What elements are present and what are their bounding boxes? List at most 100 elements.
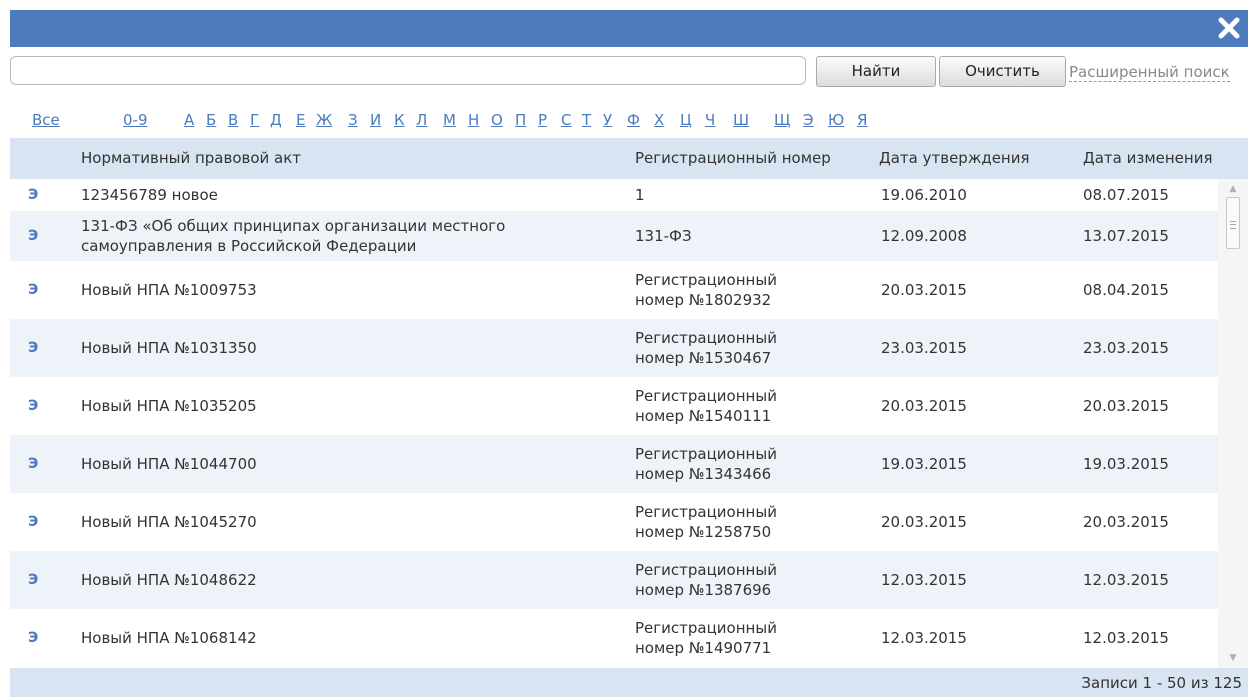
act-name[interactable]: Новый НПА №1035205 (81, 396, 257, 416)
act-name[interactable]: Новый НПА №1045270 (81, 512, 257, 532)
alpha-filter-letter[interactable]: Т (582, 112, 591, 129)
table-row[interactable]: Э Новый НПА №1009753 Регистрационный ном… (10, 261, 1218, 319)
alpha-filter-digits[interactable]: 0-9 (123, 112, 148, 129)
alpha-filter-letter[interactable]: И (370, 112, 381, 129)
table-row[interactable]: Э Новый НПА №1048622 Регистрационный ном… (10, 551, 1218, 609)
changed-date: 08.07.2015 (1083, 186, 1169, 204)
approved-date: 23.03.2015 (881, 339, 967, 357)
alpha-filter-letter[interactable]: Х (654, 112, 664, 129)
clear-button[interactable]: Очистить (939, 56, 1066, 87)
search-bar: Найти Очистить Расширенный поиск (10, 47, 1248, 99)
alpha-filter-letter[interactable]: Н (468, 112, 479, 129)
act-name[interactable]: Новый НПА №1048622 (81, 570, 257, 590)
document-type-icon[interactable]: Э (28, 628, 38, 648)
column-header-reg-number[interactable]: Регистрационный номер (635, 149, 876, 167)
reg-number: Регистрационный номер №1530467 (635, 329, 777, 367)
alpha-filter-letter[interactable]: Я (857, 112, 867, 129)
reg-number: Регистрационный номер №1258750 (635, 503, 777, 541)
act-name[interactable]: Новый НПА №1068142 (81, 628, 257, 648)
alpha-filter-letter[interactable]: Ч (705, 112, 715, 129)
act-name[interactable]: Новый НПА №1044700 (81, 454, 257, 474)
approved-date: 20.03.2015 (881, 397, 967, 415)
reg-number: Регистрационный номер №1343466 (635, 445, 777, 483)
changed-date: 20.03.2015 (1083, 397, 1169, 415)
alpha-filter-letter[interactable]: Е (296, 112, 305, 129)
alpha-filter-letter[interactable]: Ц (680, 112, 692, 129)
alpha-filter-letter[interactable]: Г (250, 112, 259, 129)
search-input[interactable] (10, 56, 806, 85)
dialog-titlebar (10, 10, 1248, 47)
changed-date: 12.03.2015 (1083, 629, 1169, 647)
document-type-icon[interactable]: Э (28, 185, 38, 205)
table-footer: Записи 1 - 50 из 125 (10, 668, 1248, 697)
alpha-filter-letter[interactable]: Д (270, 112, 282, 129)
act-name[interactable]: Новый НПА №1031350 (81, 338, 257, 358)
document-type-icon[interactable]: Э (28, 512, 38, 532)
alpha-filter-letter[interactable]: О (491, 112, 503, 129)
scroll-up-arrow-icon[interactable]: ▲ (1227, 182, 1239, 196)
table-header: Нормативный правовой акт Регистрационный… (10, 138, 1248, 179)
document-type-icon[interactable]: Э (28, 226, 38, 246)
alpha-filter-letter[interactable]: В (228, 112, 238, 129)
approved-date: 19.03.2015 (881, 455, 967, 473)
column-header-changed[interactable]: Дата изменения (1083, 149, 1213, 167)
table-body: Э 123456789 новое 1 19.06.2010 08.07.201… (10, 179, 1218, 668)
alpha-filter-letter[interactable]: П (515, 112, 526, 129)
alpha-filter-letter[interactable]: М (443, 112, 456, 129)
table-row[interactable]: Э 123456789 новое 1 19.06.2010 08.07.201… (10, 179, 1218, 211)
alpha-filter-letter[interactable]: Ю (828, 112, 844, 129)
alpha-filter-letter[interactable]: Р (538, 112, 547, 129)
act-name[interactable]: 123456789 новое (81, 185, 218, 205)
changed-date: 12.03.2015 (1083, 571, 1169, 589)
alpha-filter-letter[interactable]: Ф (627, 112, 640, 129)
alpha-filter-letter[interactable]: У (603, 112, 612, 129)
reg-number: 131-ФЗ (635, 227, 692, 245)
advanced-search-link[interactable]: Расширенный поиск (1069, 63, 1230, 82)
find-button[interactable]: Найти (816, 56, 936, 87)
approved-date: 19.06.2010 (881, 186, 967, 204)
reg-number: Регистрационный номер №1802932 (635, 271, 777, 309)
changed-date: 20.03.2015 (1083, 513, 1169, 531)
alpha-filter-letter[interactable]: Ш (733, 112, 749, 129)
alpha-filter-letter[interactable]: Б (206, 112, 216, 129)
document-type-icon[interactable]: Э (28, 396, 38, 416)
table-row[interactable]: Э Новый НПА №1045270 Регистрационный ном… (10, 493, 1218, 551)
scrollbar-thumb[interactable] (1226, 197, 1240, 249)
table-scrollbar[interactable]: ▲ ▼ (1218, 179, 1248, 668)
act-name[interactable]: 131-ФЗ «Об общих принципах организации м… (81, 216, 601, 256)
alpha-filter-letter[interactable]: Л (416, 112, 427, 129)
document-picker-dialog: Найти Очистить Расширенный поиск Все 0-9… (0, 0, 1248, 697)
alpha-filter-letter[interactable]: А (184, 112, 194, 129)
alpha-filter-letter[interactable]: С (561, 112, 571, 129)
alpha-filter-letter[interactable]: К (394, 112, 405, 129)
alphabet-filter: Все 0-9 А Б В Г Д Е Ж З И К Л М Н О П Р … (10, 99, 1248, 138)
scroll-down-arrow-icon[interactable]: ▼ (1227, 651, 1239, 665)
column-header-approved[interactable]: Дата утверждения (879, 149, 1030, 167)
reg-number: Регистрационный номер №1490771 (635, 619, 777, 657)
alpha-filter-letter[interactable]: З (348, 112, 358, 129)
act-name[interactable]: Новый НПА №1009753 (81, 280, 257, 300)
approved-date: 20.03.2015 (881, 281, 967, 299)
grip-icon (1230, 221, 1236, 229)
table-row[interactable]: Э Новый НПА №1035205 Регистрационный ном… (10, 377, 1218, 435)
document-type-icon[interactable]: Э (28, 338, 38, 358)
changed-date: 08.04.2015 (1083, 281, 1169, 299)
alpha-filter-letter[interactable]: Ж (316, 112, 332, 129)
table-row[interactable]: Э 131-ФЗ «Об общих принципах организации… (10, 211, 1218, 261)
changed-date: 23.03.2015 (1083, 339, 1169, 357)
table-row[interactable]: Э Новый НПА №1068142 Регистрационный ном… (10, 609, 1218, 667)
document-type-icon[interactable]: Э (28, 570, 38, 590)
reg-number: 1 (635, 186, 645, 204)
document-type-icon[interactable]: Э (28, 280, 38, 300)
close-icon[interactable] (1216, 15, 1242, 41)
column-header-act[interactable]: Нормативный правовой акт (81, 149, 301, 167)
table-row[interactable]: Э Новый НПА №1044700 Регистрационный ном… (10, 435, 1218, 493)
document-type-icon[interactable]: Э (28, 454, 38, 474)
reg-number: Регистрационный номер №1387696 (635, 561, 777, 599)
approved-date: 12.03.2015 (881, 629, 967, 647)
alpha-filter-letter[interactable]: Э (803, 112, 813, 129)
table-row[interactable]: Э Новый НПА №1031350 Регистрационный ном… (10, 319, 1218, 377)
alpha-filter-letter[interactable]: Щ (774, 112, 790, 129)
approved-date: 12.03.2015 (881, 571, 967, 589)
alpha-filter-all[interactable]: Все (32, 112, 60, 129)
